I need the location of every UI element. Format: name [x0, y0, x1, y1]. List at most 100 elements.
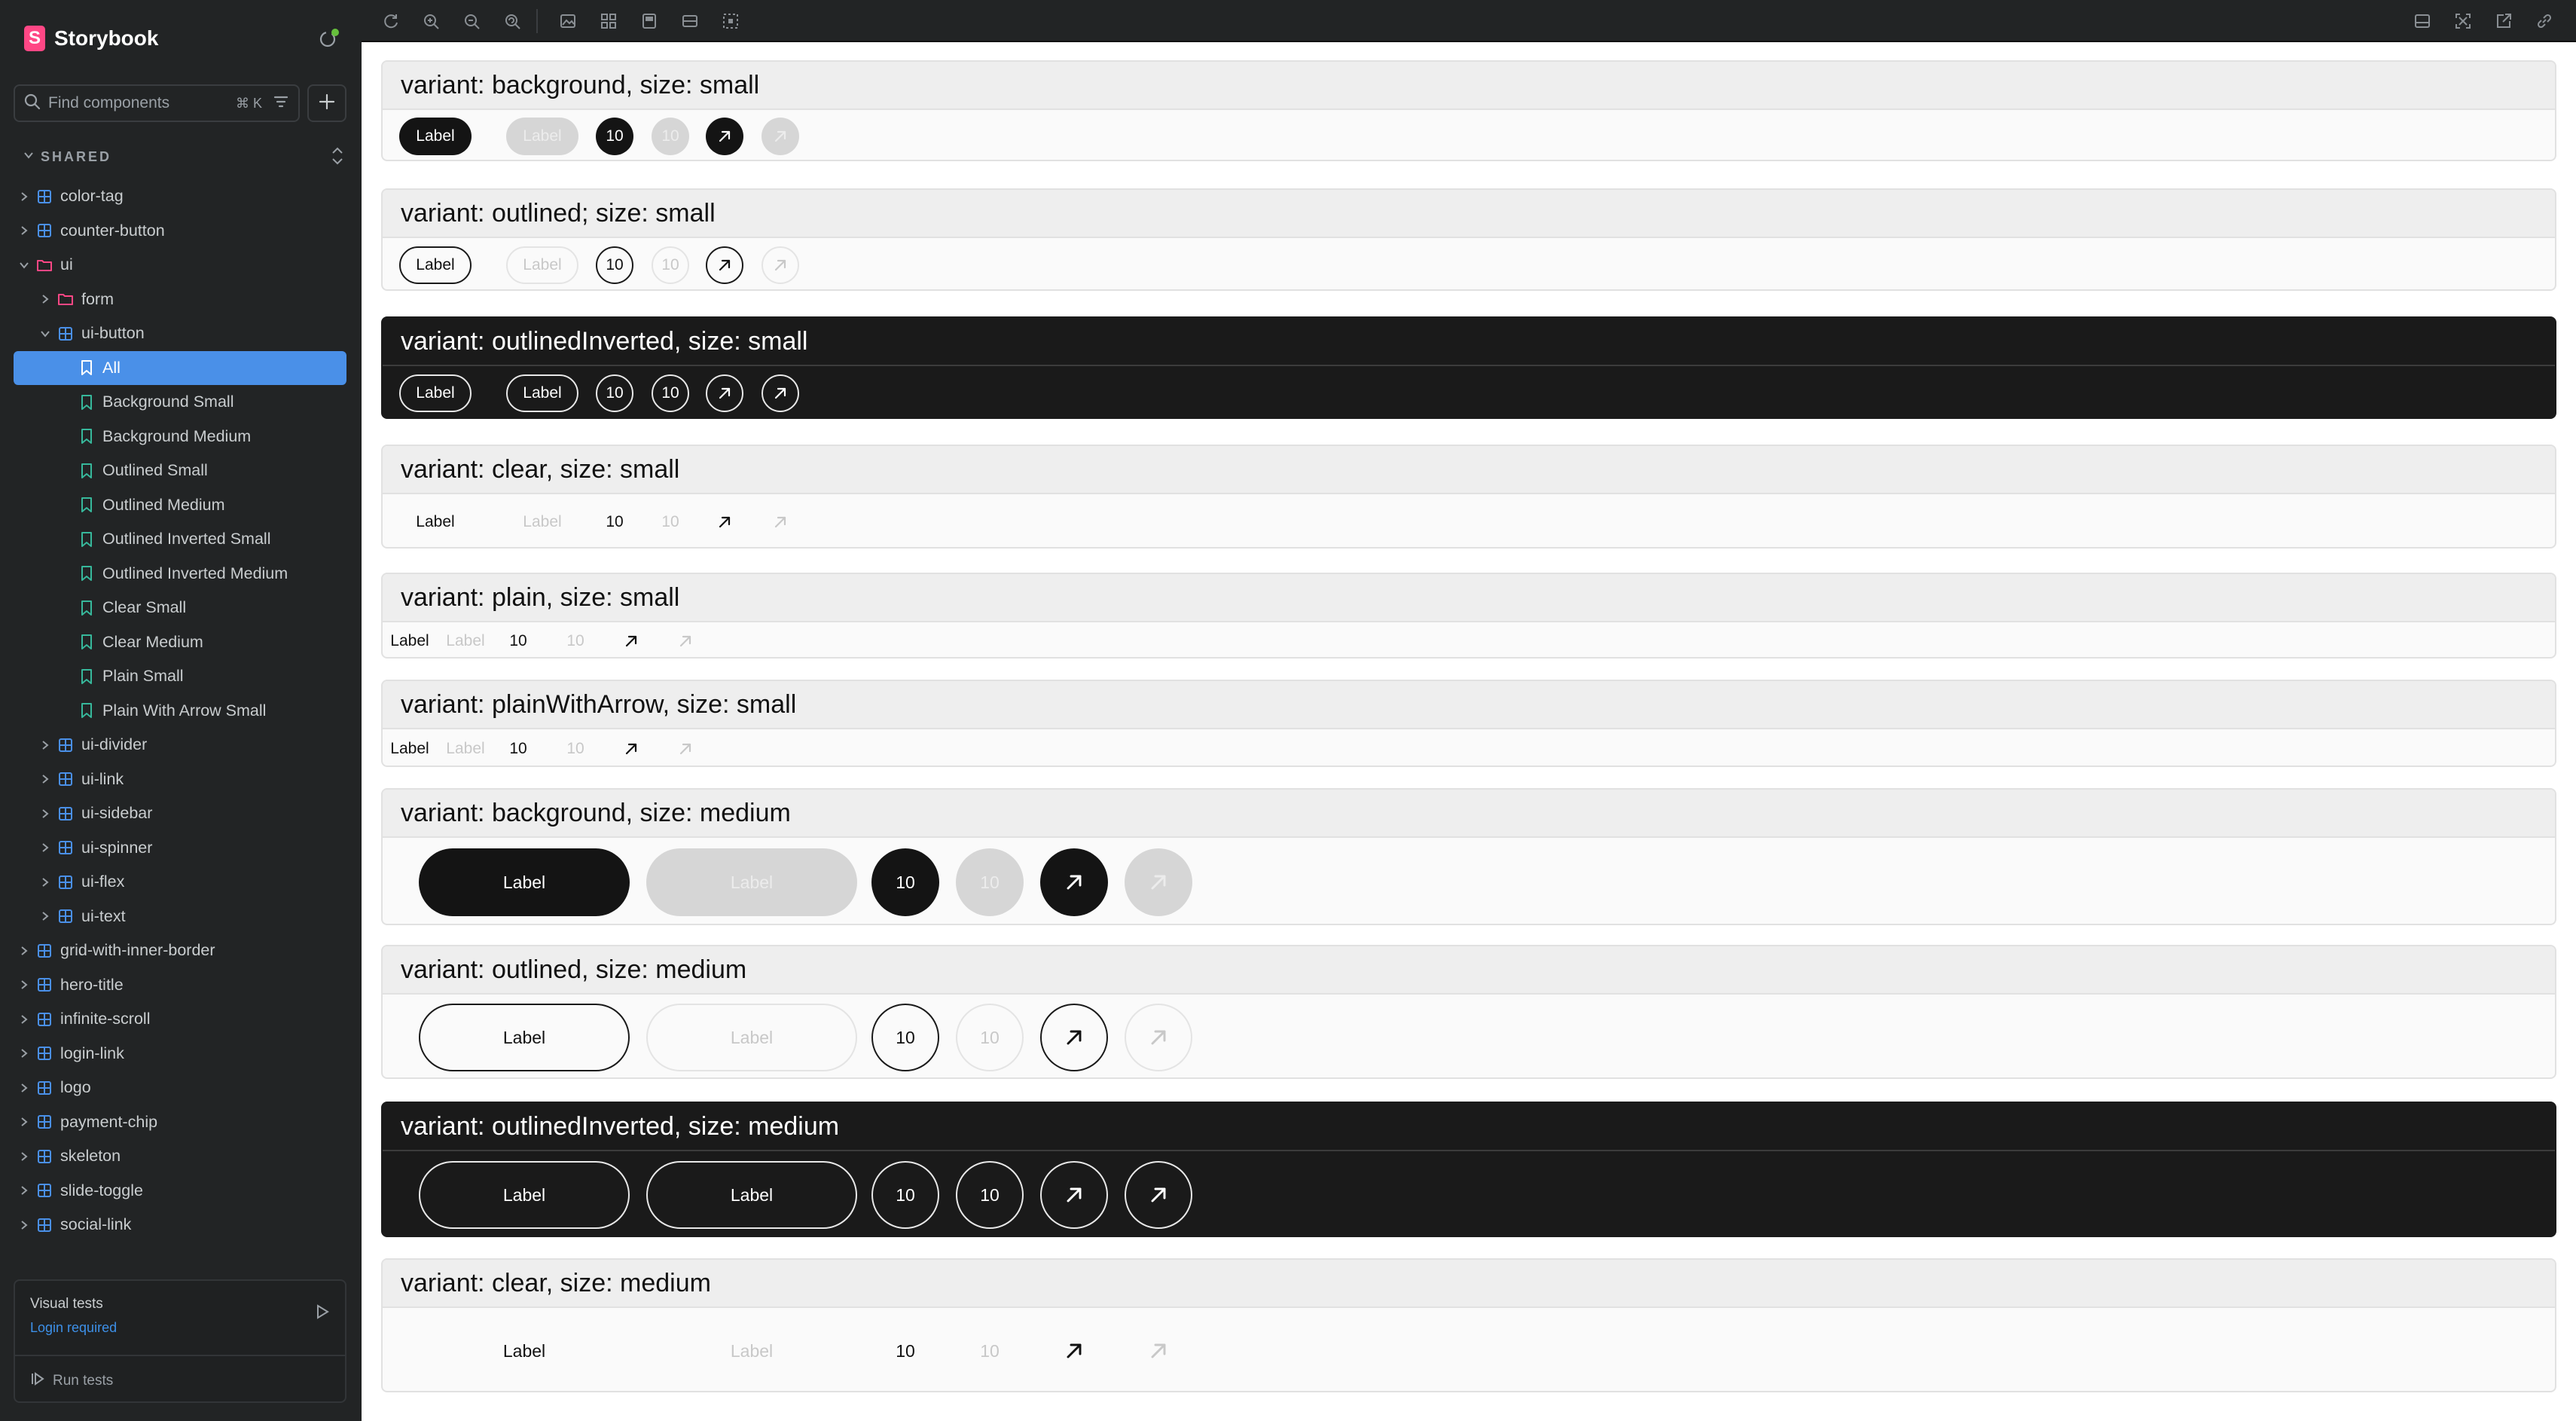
grid-icon[interactable] [598, 11, 619, 32]
arrow-button[interactable] [762, 374, 799, 412]
run-tests-button[interactable]: Run tests [30, 1371, 113, 1391]
sidebar-item-outlined-small[interactable]: Outlined Small [14, 454, 346, 488]
label-button[interactable]: Label [506, 374, 578, 412]
arrow-button[interactable] [609, 734, 654, 764]
sidebar-item-ui-spinner[interactable]: ui-spinner [14, 831, 346, 866]
arrow-button[interactable] [706, 118, 743, 155]
sidebar-item-all[interactable]: All [14, 350, 346, 385]
label-button[interactable]: Label [646, 1004, 857, 1071]
label-button[interactable]: Label [443, 734, 488, 764]
filter-icon[interactable] [273, 93, 289, 114]
brand[interactable]: S Storybook [24, 23, 158, 54]
number-button[interactable]: 10 [652, 503, 689, 541]
arrow-button[interactable] [762, 246, 799, 284]
number-button[interactable]: 10 [956, 848, 1024, 916]
label-button[interactable]: Label [399, 246, 472, 284]
number-button[interactable]: 10 [496, 626, 541, 656]
zoom-reset-icon[interactable] [502, 11, 523, 32]
arrow-button[interactable] [1040, 1161, 1108, 1229]
number-button[interactable]: 10 [652, 246, 689, 284]
sidebar-item-logo[interactable]: logo [14, 1071, 346, 1105]
label-button[interactable]: Label [399, 503, 472, 541]
sidebar-item-ui-button[interactable]: ui-button [14, 316, 346, 351]
section-header-shared[interactable]: SHARED [23, 145, 346, 169]
label-button[interactable]: Label [419, 1161, 630, 1229]
play-icon[interactable] [315, 1303, 330, 1324]
sidebar-item-hero-title[interactable]: hero-title [14, 968, 346, 1003]
number-button[interactable]: 10 [871, 1004, 939, 1071]
arrow-button[interactable] [762, 118, 799, 155]
label-button[interactable]: Label [419, 1004, 630, 1071]
panel-icon[interactable] [2412, 11, 2433, 32]
arrow-button[interactable] [762, 503, 799, 541]
arrow-button[interactable] [1125, 1317, 1192, 1385]
arrow-button[interactable] [663, 626, 708, 656]
sidebar-item-ui-text[interactable]: ui-text [14, 900, 346, 934]
arrow-button[interactable] [1125, 1161, 1192, 1229]
number-button[interactable]: 10 [596, 246, 633, 284]
add-button[interactable] [307, 84, 346, 122]
zoom-in-icon[interactable] [420, 11, 441, 32]
sidebar-item-clear-medium[interactable]: Clear Medium [14, 625, 346, 660]
number-button[interactable]: 10 [553, 626, 598, 656]
sidebar-item-grid-with-inner-border[interactable]: grid-with-inner-border [14, 934, 346, 968]
label-button[interactable]: Label [387, 734, 432, 764]
number-button[interactable]: 10 [553, 734, 598, 764]
sidebar-item-slide-toggle[interactable]: slide-toggle [14, 1174, 346, 1209]
label-button[interactable]: Label [387, 626, 432, 656]
arrow-button[interactable] [706, 374, 743, 412]
background-icon[interactable] [557, 11, 578, 32]
arrow-button[interactable] [1040, 1004, 1108, 1071]
sidebar-item-ui-divider[interactable]: ui-divider [14, 728, 346, 762]
label-button[interactable]: Label [506, 246, 578, 284]
zoom-out-icon[interactable] [461, 11, 482, 32]
sidebar-item-background-small[interactable]: Background Small [14, 385, 346, 420]
sidebar-item-counter-button[interactable]: counter-button [14, 214, 346, 249]
arrow-button[interactable] [1040, 1317, 1108, 1385]
label-button[interactable]: Label [506, 118, 578, 155]
arrow-button[interactable] [706, 503, 743, 541]
fullscreen-icon[interactable] [2452, 11, 2474, 32]
arrow-button[interactable] [609, 626, 654, 656]
number-button[interactable]: 10 [956, 1161, 1024, 1229]
sidebar-item-background-medium[interactable]: Background Medium [14, 420, 346, 454]
number-button[interactable]: 10 [871, 1317, 939, 1385]
search-input[interactable] [48, 94, 236, 112]
sidebar-item-social-link[interactable]: social-link [14, 1208, 346, 1242]
sidebar-item-color-tag[interactable]: color-tag [14, 179, 346, 214]
number-button[interactable]: 10 [652, 374, 689, 412]
number-button[interactable]: 10 [956, 1317, 1024, 1385]
number-button[interactable]: 10 [596, 118, 633, 155]
sidebar-item-skeleton[interactable]: skeleton [14, 1139, 346, 1174]
arrow-button[interactable] [706, 246, 743, 284]
label-button[interactable]: Label [646, 848, 857, 916]
label-button[interactable]: Label [399, 118, 472, 155]
search-box[interactable]: ⌘ K [14, 84, 300, 122]
copy-link-icon[interactable] [2534, 11, 2555, 32]
measure-icon[interactable] [679, 11, 700, 32]
number-button[interactable]: 10 [871, 848, 939, 916]
sidebar-item-plain-with-arrow-small[interactable]: Plain With Arrow Small [14, 694, 346, 729]
sidebar-item-payment-chip[interactable]: payment-chip [14, 1105, 346, 1140]
label-button[interactable]: Label [506, 503, 578, 541]
open-new-tab-icon[interactable] [2493, 11, 2514, 32]
label-button[interactable]: Label [646, 1161, 857, 1229]
number-button[interactable]: 10 [596, 374, 633, 412]
sidebar-item-login-link[interactable]: login-link [14, 1037, 346, 1071]
arrow-button[interactable] [1125, 1004, 1192, 1071]
number-button[interactable]: 10 [496, 734, 541, 764]
sidebar-item-outlined-inverted-medium[interactable]: Outlined Inverted Medium [14, 557, 346, 591]
sidebar-item-infinite-scroll[interactable]: infinite-scroll [14, 1002, 346, 1037]
number-button[interactable]: 10 [652, 118, 689, 155]
outline-icon[interactable] [720, 11, 741, 32]
sidebar-item-form[interactable]: form [14, 283, 346, 317]
login-required-link[interactable]: Login required [30, 1320, 117, 1336]
sidebar-item-ui-flex[interactable]: ui-flex [14, 865, 346, 900]
settings-status-icon[interactable] [316, 26, 342, 51]
viewport-icon[interactable] [639, 11, 660, 32]
sidebar-item-ui-sidebar[interactable]: ui-sidebar [14, 796, 346, 831]
collapse-all-icon[interactable] [328, 145, 346, 171]
number-button[interactable]: 10 [596, 503, 633, 541]
number-button[interactable]: 10 [956, 1004, 1024, 1071]
label-button[interactable]: Label [646, 1317, 857, 1385]
